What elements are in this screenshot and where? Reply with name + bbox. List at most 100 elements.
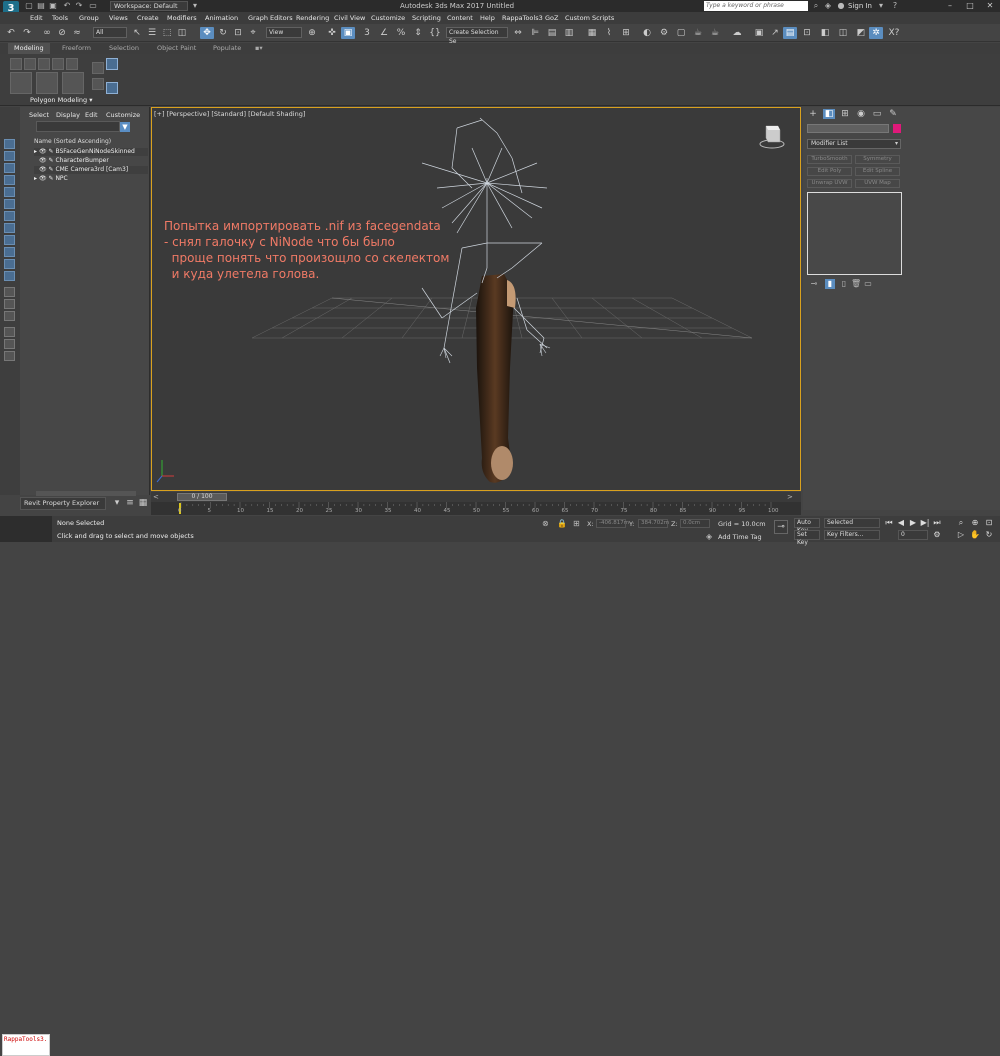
menu-goz[interactable]: GoZ — [545, 12, 558, 24]
menu-content[interactable]: Content — [447, 12, 473, 24]
eye-icon[interactable]: 👁 — [39, 166, 47, 173]
bind-space-warp-icon[interactable]: ≈ — [70, 27, 84, 39]
percent-snap-icon[interactable]: % — [394, 27, 408, 39]
ribbon-tool-icon[interactable] — [92, 78, 104, 90]
menu-graph-editors[interactable]: Graph Editors — [248, 12, 293, 24]
pan-icon[interactable]: ✋ — [970, 530, 980, 540]
object-color-swatch[interactable] — [893, 124, 901, 133]
z-coordinate-field[interactable]: 0.0cm — [680, 519, 710, 528]
select-rotate-icon[interactable]: ↻ — [216, 27, 230, 39]
edit-poly-button[interactable]: Edit Poly — [807, 167, 852, 176]
align-icon[interactable]: ⊫ — [528, 27, 542, 39]
zoom-extents-icon[interactable]: ⊡ — [984, 518, 994, 528]
rect-selection-icon[interactable]: ⬚ — [160, 27, 174, 39]
perspective-viewport[interactable]: [+] [Perspective] [Standard] [Default Sh… — [151, 107, 801, 491]
spinner-snap-icon[interactable]: ⇕ — [411, 27, 425, 39]
display-geometry-icon[interactable] — [4, 139, 15, 149]
list-item[interactable]: ▸ 👁 ✎ CharacterBumper — [34, 157, 148, 165]
snaps-toggle-icon[interactable]: 3 — [360, 27, 374, 39]
sign-in-button[interactable]: Sign In — [848, 1, 872, 11]
set-key-button[interactable]: Set Key — [794, 530, 820, 546]
orbit-icon[interactable]: ↻ — [984, 530, 994, 540]
filter-icon[interactable] — [4, 327, 15, 337]
eye-icon[interactable]: 👁 — [39, 148, 47, 155]
pin-stack-icon[interactable]: ⊸ — [809, 279, 819, 289]
a360-render-icon[interactable]: ☁ — [730, 27, 744, 39]
list-item[interactable]: ▸ 👁 ✎ BSFaceGenNiNodeSkinned — [34, 148, 148, 156]
symmetry-button[interactable]: Symmetry — [855, 155, 900, 164]
zoom-icon[interactable]: ⌕ — [956, 518, 966, 528]
list-item[interactable]: ▸ 👁 ✎ CME Camera3rd [Cam3] — [34, 166, 148, 174]
make-unique-icon[interactable]: ▯ — [839, 279, 849, 289]
rendered-frame-window-icon[interactable]: ▢ — [674, 27, 688, 39]
extra-tool-icon-1[interactable]: ▣ — [752, 27, 766, 39]
display-containers-icon[interactable] — [4, 247, 15, 257]
selected-dropdown[interactable]: Selected — [824, 518, 880, 528]
display-cameras-icon[interactable] — [4, 175, 15, 185]
ribbon-tool-icon[interactable] — [24, 58, 36, 70]
play-icon[interactable]: ▶ — [908, 518, 918, 528]
select-object-icon[interactable]: ↖ — [130, 27, 144, 39]
expand-arrow-icon[interactable]: ▸ — [34, 148, 37, 155]
goto-end-icon[interactable]: ⏭ — [932, 518, 942, 528]
undo-icon[interactable]: ↶ — [4, 27, 18, 39]
menu-help[interactable]: Help — [480, 12, 495, 24]
extra-tool-icon-5[interactable]: ◧ — [818, 27, 832, 39]
unwrap-uvw-button[interactable]: Unwrap UVW — [807, 179, 852, 188]
pivot-center-icon[interactable]: ⊕ — [305, 27, 319, 39]
modifier-list-dropdown[interactable]: Modifier List — [807, 139, 901, 149]
select-manipulate-icon[interactable]: ✜ — [325, 27, 339, 39]
se-menu-edit[interactable]: Edit — [85, 111, 98, 119]
time-slider[interactable]: < 0 / 100 > — [151, 492, 801, 502]
eye-icon[interactable]: 👁 — [39, 157, 47, 164]
menu-create[interactable]: Create — [137, 12, 159, 24]
turbosmooth-button[interactable]: TurboSmooth — [807, 155, 852, 164]
open-file-icon[interactable]: ▤ — [36, 1, 46, 11]
menu-rendering[interactable]: Rendering — [296, 12, 329, 24]
ribbon-tool-icon[interactable] — [92, 62, 104, 74]
close-button[interactable]: ✕ — [980, 0, 1000, 12]
isolate-selection-icon[interactable]: ⊗ — [542, 519, 549, 528]
menu-tools[interactable]: Tools — [52, 12, 68, 24]
chevron-down-icon[interactable]: ▾ — [895, 140, 898, 147]
window-crossing-icon[interactable]: ◫ — [175, 27, 189, 39]
tab-modeling[interactable]: Modeling — [8, 43, 50, 54]
time-slider-thumb[interactable]: 0 / 100 — [177, 493, 227, 501]
remove-modifier-icon[interactable]: 🗑 — [851, 279, 861, 289]
save-file-icon[interactable]: ▣ — [48, 1, 58, 11]
workspace-dropdown[interactable]: Workspace: Default — [110, 1, 188, 11]
select-scale-icon[interactable]: ⊡ — [231, 27, 245, 39]
menu-rappatools3[interactable]: RappaTools3 — [502, 12, 543, 24]
workspace-chevron-icon[interactable]: ▾ — [190, 1, 200, 11]
create-tab-icon[interactable]: + — [807, 109, 819, 119]
menu-custom-scripts[interactable]: Custom Scripts — [565, 12, 614, 24]
ribbon-tool-icon[interactable] — [38, 58, 50, 70]
ribbon-tool-icon[interactable] — [10, 58, 22, 70]
eye-icon[interactable]: 👁 — [39, 175, 47, 182]
goto-start-icon[interactable]: ⏮ — [884, 518, 894, 528]
display-xrefs-icon[interactable] — [4, 223, 15, 233]
display-hidden-icon[interactable] — [4, 271, 15, 281]
utilities-tab-icon[interactable]: ✎ — [887, 109, 899, 119]
object-name-field[interactable] — [807, 124, 889, 133]
extra-tool-icon-3[interactable]: ▤ — [783, 27, 797, 39]
curve-editor-icon[interactable]: ⌇ — [602, 27, 616, 39]
link-icon[interactable]: ∞ — [40, 27, 54, 39]
display-bones-icon[interactable] — [4, 235, 15, 245]
select-place-icon[interactable]: ⌖ — [246, 27, 260, 39]
render-setup-icon[interactable]: ⚙ — [657, 27, 671, 39]
project-folder-icon[interactable]: ▭ — [88, 1, 98, 11]
angle-snap-icon[interactable]: ∠ — [377, 27, 391, 39]
keyboard-shortcut-override-icon[interactable]: ▣ — [341, 27, 355, 39]
tab-selection[interactable]: Selection — [109, 43, 139, 54]
ribbon-panel-label[interactable]: Polygon Modeling ▾ — [30, 96, 93, 104]
explorer-dropdown-icon[interactable]: ▾ — [110, 497, 124, 509]
edit-named-selection-icon[interactable]: {} — [428, 27, 442, 39]
freeze-icon[interactable]: ✎ — [48, 157, 53, 164]
tab-object-paint[interactable]: Object Paint — [157, 43, 196, 54]
menu-customize[interactable]: Customize — [371, 12, 405, 24]
hierarchy-tab-icon[interactable]: ⊞ — [839, 109, 851, 119]
column-header-name[interactable]: Name (Sorted Ascending) — [34, 138, 111, 145]
ribbon-tool-icon[interactable] — [66, 58, 78, 70]
ribbon-tool-icon[interactable] — [10, 72, 32, 94]
